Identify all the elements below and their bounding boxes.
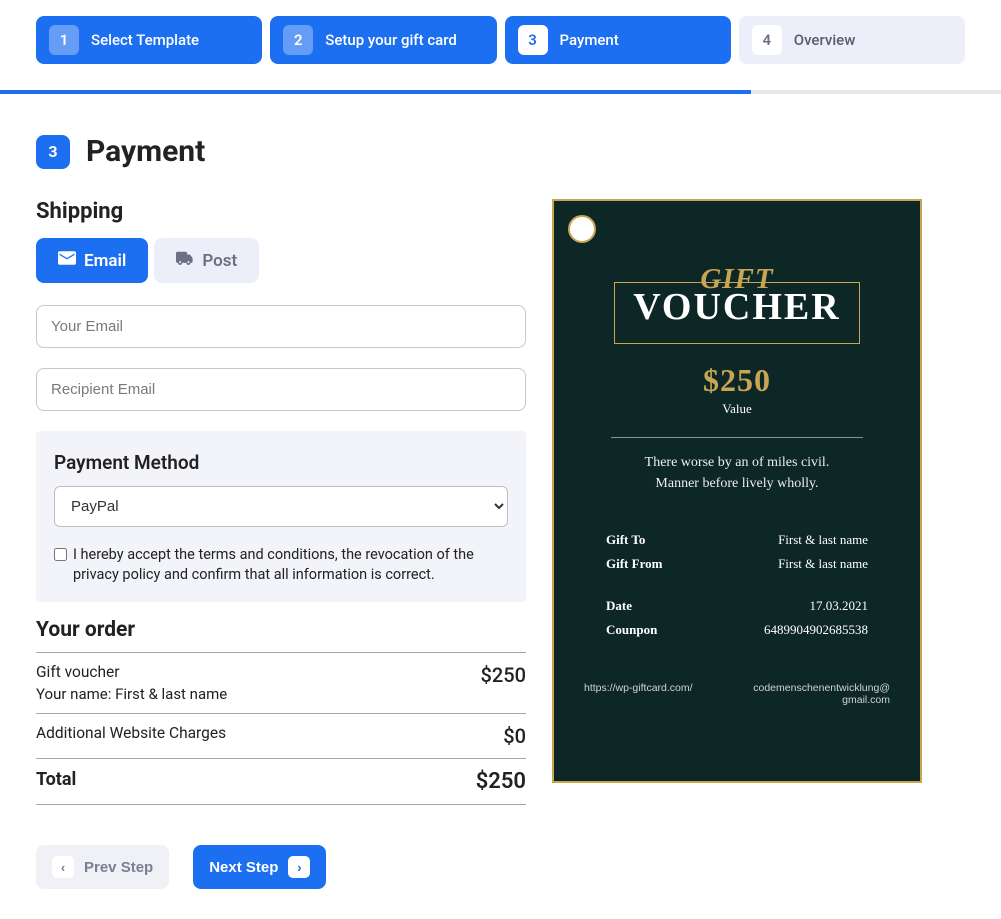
voucher-value-label: Value xyxy=(722,401,752,417)
gift-from-value: First & last name xyxy=(778,556,868,572)
tab-email[interactable]: Email xyxy=(36,238,148,283)
tab-post-label: Post xyxy=(202,251,237,271)
page-heading: 3 Payment xyxy=(0,134,1001,199)
terms-row[interactable]: I hereby accept the terms and conditions… xyxy=(54,545,508,584)
step-number: 2 xyxy=(283,25,313,55)
chevron-right-icon: › xyxy=(288,856,310,878)
gift-from-key: Gift From xyxy=(606,556,662,572)
step-label: Setup your gift card xyxy=(325,31,457,49)
shipping-tabs: Email Post xyxy=(36,238,526,283)
coupon-value: 6489904902685538 xyxy=(764,622,868,638)
your-email-input[interactable] xyxy=(36,305,526,348)
envelope-icon xyxy=(58,250,76,271)
date-key: Date xyxy=(606,598,632,614)
progress-track xyxy=(0,90,1001,94)
step-number: 3 xyxy=(518,25,548,55)
step-payment[interactable]: 3 Payment xyxy=(505,16,731,64)
divider xyxy=(36,758,526,759)
step-select-template[interactable]: 1 Select Template xyxy=(36,16,262,64)
payment-method-panel: Payment Method PayPal I hereby accept th… xyxy=(36,431,526,602)
prev-step-button[interactable]: ‹ Prev Step xyxy=(36,845,169,889)
divider xyxy=(36,652,526,653)
footer-url: https://wp-giftcard.com/ xyxy=(584,682,693,706)
order-row-total: Total $250 xyxy=(36,769,526,794)
shipping-title: Shipping xyxy=(36,199,526,224)
order-voucher-label: Gift voucher xyxy=(36,663,227,681)
next-step-button[interactable]: Next Step › xyxy=(193,845,326,889)
stepper: 1 Select Template 2 Setup your gift card… xyxy=(0,0,1001,80)
step-label: Select Template xyxy=(91,31,199,49)
date-value: 17.03.2021 xyxy=(810,598,869,614)
voucher-title-box: VOUCHER xyxy=(614,282,859,344)
gift-voucher-card: GIFT VOUCHER $250 Value There worse by a… xyxy=(552,199,922,783)
order-voucher-amount: $250 xyxy=(481,663,526,687)
step-number: 4 xyxy=(752,25,782,55)
footer-email-line1: codemenschenentwicklung@ xyxy=(753,682,890,694)
voucher-title: VOUCHER xyxy=(633,285,840,329)
order-additional-label: Additional Website Charges xyxy=(36,724,226,742)
tab-post[interactable]: Post xyxy=(154,238,259,283)
gift-to-key: Gift To xyxy=(606,532,645,548)
detail-gift-to: Gift To First & last name xyxy=(606,532,868,548)
order-additional-amount: $0 xyxy=(503,724,526,748)
step-label: Payment xyxy=(560,31,619,49)
footer-email: codemenschenentwicklung@ gmail.com xyxy=(753,682,890,706)
payment-method-select[interactable]: PayPal xyxy=(54,486,508,527)
voucher-amount: $250 xyxy=(703,362,771,399)
order-row-additional: Additional Website Charges $0 xyxy=(36,724,526,748)
page-badge: 3 xyxy=(36,135,70,169)
page-title: Payment xyxy=(86,134,205,169)
divider xyxy=(611,437,862,438)
tagline-line2: Manner before lively wholly. xyxy=(655,476,818,491)
step-overview[interactable]: 4 Overview xyxy=(739,16,965,64)
order-title: Your order xyxy=(36,618,526,642)
terms-checkbox[interactable] xyxy=(54,548,67,561)
voucher-tagline: There worse by an of miles civil. Manner… xyxy=(623,452,852,494)
order-row-voucher: Gift voucher Your name: First & last nam… xyxy=(36,663,526,703)
progress-fill xyxy=(0,90,751,94)
recipient-email-input[interactable] xyxy=(36,368,526,411)
step-number: 1 xyxy=(49,25,79,55)
divider xyxy=(36,804,526,805)
tab-email-label: Email xyxy=(84,251,126,271)
payment-method-title: Payment Method xyxy=(54,451,508,474)
step-setup-gift-card[interactable]: 2 Setup your gift card xyxy=(270,16,496,64)
order-total-amount: $250 xyxy=(476,769,526,794)
tagline-line1: There worse by an of miles civil. xyxy=(645,455,830,470)
order-total-label: Total xyxy=(36,769,76,790)
detail-coupon: Counpon 6489904902685538 xyxy=(606,622,868,638)
truck-icon xyxy=(176,250,194,271)
voucher-details: Gift To First & last name Gift From Firs… xyxy=(576,532,898,638)
footer-email-line2: gmail.com xyxy=(842,694,890,706)
detail-date: Date 17.03.2021 xyxy=(606,598,868,614)
chevron-left-icon: ‹ xyxy=(52,856,74,878)
nav-buttons: ‹ Prev Step Next Step › xyxy=(36,845,526,889)
voucher-footer: https://wp-giftcard.com/ codemenschenent… xyxy=(576,682,898,706)
terms-text: I hereby accept the terms and conditions… xyxy=(73,545,508,584)
detail-gift-from: Gift From First & last name xyxy=(606,556,868,572)
prev-label: Prev Step xyxy=(84,859,153,876)
next-label: Next Step xyxy=(209,859,278,876)
coupon-key: Counpon xyxy=(606,622,657,638)
step-label: Overview xyxy=(794,31,856,49)
punch-hole-icon xyxy=(568,215,596,243)
divider xyxy=(36,713,526,714)
gift-to-value: First & last name xyxy=(778,532,868,548)
order-your-name: Your name: First & last name xyxy=(36,685,227,703)
